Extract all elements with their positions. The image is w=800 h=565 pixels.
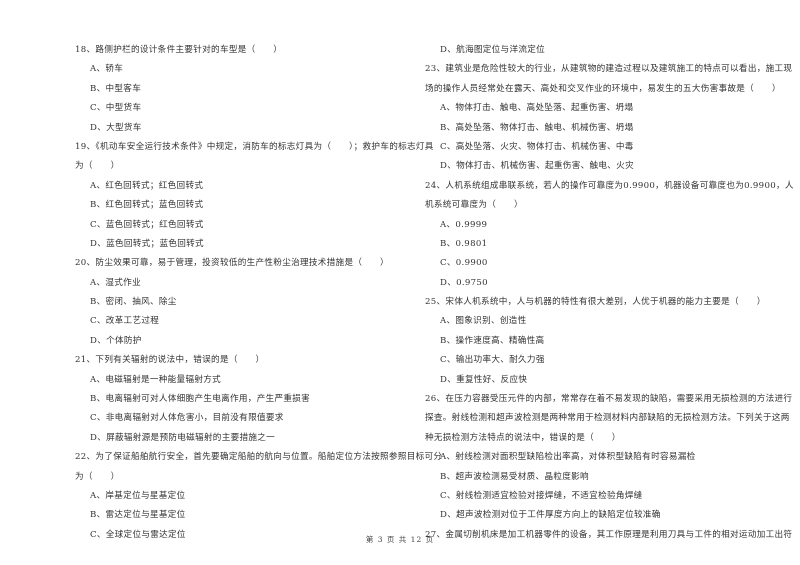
- answer-option: A、电磁辐射是一种能量辐射方式: [90, 374, 222, 385]
- answer-option: D、0.9750: [440, 277, 488, 288]
- answer-option: D、个体防护: [90, 335, 142, 346]
- answer-option: B、0.9801: [440, 238, 488, 249]
- left-column: 18、路侧护栏的设计条件主要针对的车型是（ ） A、轿车 B、中型客车 C、中型货车 D…: [75, 41, 443, 545]
- answer-option: C、0.9900: [440, 258, 488, 269]
- page-footer: 第 3 页 共 12 页: [365, 535, 435, 544]
- answer-option: A、岸基定位与星基定位: [90, 490, 186, 501]
- answer-option: D、大型货车: [90, 122, 142, 133]
- question-text: 23、建筑业是危险性较大的行业，从建筑物的建造过程以及建筑施工的特点可以看出，施…: [425, 64, 793, 75]
- question-text: 22、为了保证船舶航行安全，首先要确定船舶的航向与位置。船舶定位方法按照参照目标…: [75, 452, 443, 463]
- answer-option: B、红色回转式；蓝色回转式: [90, 200, 204, 211]
- answer-option: B、高处坠落、物体打击、触电、机械伤害、坍塌: [440, 122, 634, 133]
- answer-option: D、物体打击、机械伤害、起重伤害、触电、火灾: [440, 161, 634, 172]
- answer-option: D、航海图定位与洋流定位: [440, 45, 546, 55]
- question-continuation: 场的操作人员经常处在露天、高处和交叉作业的环境中，易发生的五大伤害事故是（ ）: [425, 83, 781, 94]
- answer-option: C、改革工艺过程: [90, 316, 160, 327]
- answer-option: A、0.9999: [440, 219, 488, 230]
- answer-option: D、屏蔽辐射源是预防电磁辐射的主要措施之一: [90, 432, 276, 443]
- question-text: 26、在压力容器受压元件的内部，常常存在着不易发现的缺陷，需要采用无损检测的方法…: [425, 394, 793, 405]
- answer-option: D、超声波检测对位于工件厚度方向上的缺陷定位较准确: [440, 510, 661, 521]
- answer-option: A、图象识别、创造性: [440, 316, 527, 327]
- answer-option: B、中型客车: [90, 83, 142, 94]
- answer-option: A、湿式作业: [90, 277, 141, 288]
- answer-option: C、输出功率大、耐久力强: [440, 355, 545, 366]
- answer-option: B、电离辐射可对人体细胞产生电离作用，产生严重损害: [90, 394, 311, 405]
- question-continuation: 探查。射线检测和超声波检测是两种常用于检测材料内部缺陷的无损检测方法。下列关于这…: [425, 413, 790, 424]
- question-text: 24、人机系统组成串联系统，若人的操作可靠度为0.9900，机器设备可靠度也为0…: [425, 180, 794, 191]
- answer-option: A、轿车: [90, 64, 124, 75]
- question-text: 19、《机动车安全运行技术条件》中规定，消防车的标志灯具为（ ）；救护车的标志灯…: [75, 141, 434, 152]
- question-text: 20、防尘效果可靠，易于管理，投资较低的生产性粉尘治理技术措施是（ ）: [75, 258, 389, 269]
- answer-option: C、非电离辐射对人体危害小，目前没有限值要求: [90, 413, 284, 424]
- question-continuation: 种无损检测方法特点的说法中，错误的是（ ）: [425, 432, 621, 443]
- answer-option: D、重复性好、反应快: [440, 374, 528, 385]
- question-text: 25、宋体人机系统中，人与机器的特性有很大差别，人优于机器的能力主要是（ ）: [425, 297, 766, 308]
- answer-option: B、密闭、抽风、除尘: [90, 297, 177, 308]
- answer-option: C、中型货车: [90, 103, 142, 114]
- answer-option: A、物体打击、触电、高处坠落、起重伤害、坍塌: [440, 103, 634, 114]
- answer-option: A、射线检测对面积型缺陷检出率高，对体积型缺陷有时容易漏检: [440, 452, 696, 463]
- answer-option: D、蓝色回转式；蓝色回转式: [90, 238, 204, 249]
- question-text: 18、路侧护栏的设计条件主要针对的车型是（ ）: [75, 45, 283, 55]
- answer-option: B、超声波检测易受材质、晶粒度影响: [440, 471, 589, 482]
- question-continuation: 机系统可靠度为（ ）: [425, 200, 523, 211]
- right-column: D、航海图定位与洋流定位 23、建筑业是危险性较大的行业，从建筑物的建造过程以及建…: [425, 41, 794, 545]
- answer-option: A、红色回转式；红色回转式: [90, 180, 204, 191]
- question-text: 21、下列有关辐射的说法中，错误的是（ ）: [75, 355, 265, 366]
- question-continuation: 为（ ）: [75, 161, 120, 172]
- question-continuation: 为（ ）: [75, 471, 120, 482]
- answer-option: C、高处坠落、火灾、物体打击、机械伤害、中毒: [440, 141, 634, 152]
- answer-option: C、射线检测适宜检验对接焊缝，不适宜检验角焊缝: [440, 490, 643, 501]
- answer-option: B、雷达定位与星基定位: [90, 510, 186, 521]
- answer-option: B、操作速度高、精确性高: [440, 335, 545, 346]
- answer-option: C、蓝色回转式；红色回转式: [90, 219, 204, 230]
